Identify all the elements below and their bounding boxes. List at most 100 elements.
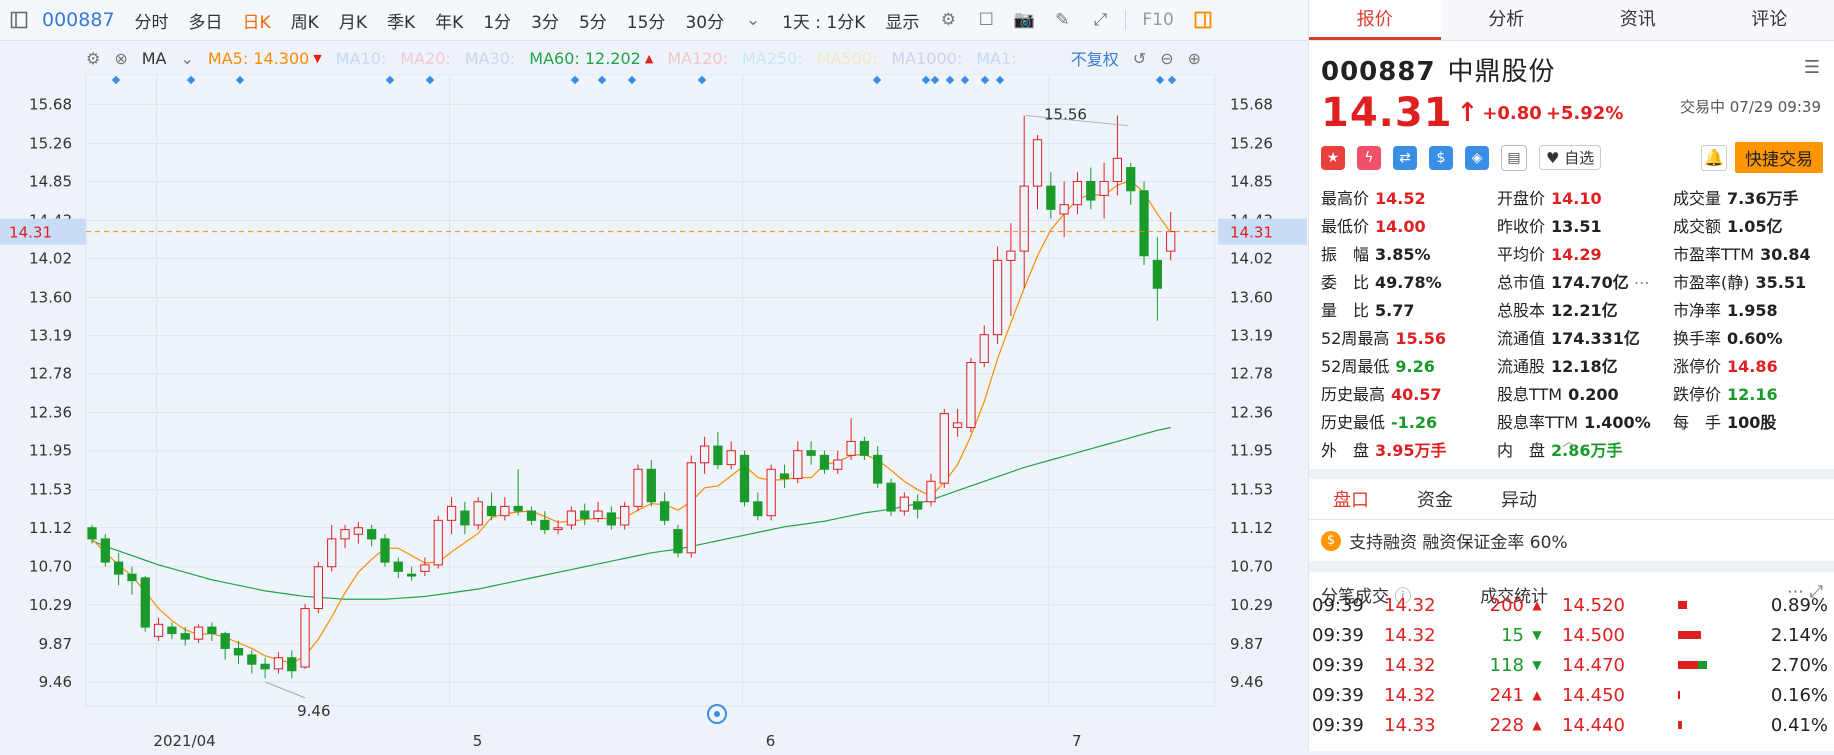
candle-body (1140, 191, 1148, 256)
ma-indicator-bar: ⚙ ⊗ MA ⌄ MA5: 14.300 ▼ MA10: MA20: MA30:… (0, 44, 1215, 72)
camera-icon[interactable]: 📷 (1013, 9, 1035, 31)
tab-zijin[interactable]: 资金 (1393, 486, 1477, 512)
period-select[interactable]: 1天 : 1分K (772, 8, 875, 33)
stat-value: 12.16 (1727, 385, 1778, 404)
document-icon[interactable]: ▤ (1501, 145, 1527, 171)
ma-label[interactable]: MA (142, 49, 167, 68)
add-watchlist-button[interactable]: ♥ 自选 (1539, 145, 1601, 170)
close-icon[interactable]: ⊗ (114, 49, 127, 68)
stock-code: 000887 (1321, 57, 1436, 87)
tag-icon[interactable]: ◈ (1465, 146, 1489, 170)
tag-icon-row: ★ ϟ ⇄ $ ◈ ▤ ♥ 自选 🔔 快捷交易 (1309, 136, 1834, 179)
zoom-out-icon[interactable]: ⊖ (1160, 49, 1173, 68)
watchlist-label: 自选 (1564, 149, 1594, 167)
china-flag-icon[interactable]: ★ (1321, 146, 1345, 170)
candle-body (834, 460, 842, 469)
ma500-value: MA500: (817, 49, 878, 68)
adjust-select[interactable]: 不复权 (1071, 46, 1119, 70)
dollar-icon[interactable]: $ (1429, 146, 1453, 170)
candle-body (647, 469, 655, 501)
tab-baojia[interactable]: 报价 (1309, 0, 1441, 40)
stat-cell: 成交量7.36万手 (1673, 185, 1834, 209)
tab-pinglun[interactable]: 评论 (1704, 0, 1834, 40)
stock-title: 000887 中鼎股份 ☰ (1321, 51, 1823, 88)
candle-body (1047, 186, 1055, 209)
tab-15min[interactable]: 15分 (617, 8, 676, 33)
candle-body (727, 451, 735, 465)
candle-body (1073, 181, 1081, 204)
tab-duori[interactable]: 多日 (179, 8, 233, 33)
stat-cell: 成交额1.05亿 (1673, 213, 1834, 237)
chevron-down-icon[interactable]: ⌄ (742, 9, 764, 31)
stat-cell: 总股本12.21亿 (1497, 297, 1673, 321)
stat-cell: 涨停价14.86 (1673, 353, 1834, 377)
stat-label: 历史最高 (1321, 385, 1385, 404)
candle-body (554, 528, 562, 530)
undo-icon[interactable]: ↺ (1133, 49, 1146, 68)
candle-body (141, 578, 149, 627)
quick-trade-button[interactable]: 快捷交易 (1735, 142, 1823, 173)
stat-value: 14.29 (1551, 245, 1602, 264)
stat-value: 35.51 (1756, 273, 1807, 292)
collapse-icon[interactable]: ︿ (1562, 437, 1576, 447)
tab-jik[interactable]: 季K (377, 8, 425, 33)
tab-pankou[interactable]: 盘口 (1309, 486, 1393, 512)
stat-cell: 总市值174.70亿 ⋯ (1497, 269, 1673, 293)
sidebar-toggle-icon[interactable] (8, 9, 30, 31)
stock-name: 中鼎股份 (1448, 57, 1556, 87)
menu-icon[interactable]: ☰ (1804, 57, 1821, 78)
tab-zhouk[interactable]: 周K (281, 8, 329, 33)
display-select[interactable]: 显示 (875, 8, 929, 33)
gear-icon[interactable]: ⚙ (937, 9, 959, 31)
tab-5min[interactable]: 5分 (569, 8, 617, 33)
trade-row: 09:3914.3215▼14.5002.14% (1308, 620, 1834, 650)
tab-fenxi[interactable]: 分析 (1441, 0, 1573, 40)
y-axis-tick-left: 14.02 (29, 250, 72, 268)
ma20-value: MA20: (400, 49, 451, 68)
candle-body (1060, 205, 1068, 214)
tab-niank[interactable]: 年K (425, 8, 473, 33)
trade-time: 09:39 (1312, 625, 1384, 646)
candle-body (767, 469, 775, 515)
triangle-down-icon: ▼ (1524, 628, 1550, 642)
pencil-icon[interactable]: ✎ (1051, 9, 1073, 31)
tab-3min[interactable]: 3分 (521, 8, 569, 33)
f10-button[interactable]: F10 (1132, 10, 1183, 30)
shuffle-icon[interactable]: ⇄ (1393, 146, 1417, 170)
tab-1min[interactable]: 1分 (473, 8, 521, 33)
zoom-in-icon[interactable]: ⊕ (1188, 49, 1201, 68)
tab-yidong[interactable]: 异动 (1477, 486, 1561, 512)
stock-code-label[interactable]: 000887 (38, 9, 125, 31)
panel-toggle-icon[interactable] (1192, 9, 1214, 31)
kline-chart-area[interactable]: 15.6815.6815.2615.2614.8514.8514.4314.43… (0, 74, 1307, 751)
stat-cell: 市盈率TTM30.84 (1673, 241, 1834, 265)
plot-area (86, 74, 1215, 706)
stat-bar-red (1678, 691, 1680, 699)
stat-cell (1673, 437, 1834, 461)
stat-value: 100股 (1727, 413, 1776, 432)
current-price-tag-left: 14.31 (9, 224, 52, 242)
gear-icon[interactable]: ⚙ (86, 49, 100, 68)
flash-icon[interactable]: ϟ (1357, 146, 1381, 170)
chevron-down-icon[interactable]: ⌄ (181, 49, 194, 68)
trade-time: 09:39 (1312, 595, 1384, 616)
y-axis-tick-right: 10.29 (1230, 596, 1273, 614)
more-icon[interactable]: ⋯ (1629, 273, 1650, 292)
stat-value: 0.60% (1727, 329, 1783, 348)
fullscreen-icon[interactable]: ⤢ (1089, 9, 1111, 31)
square-icon[interactable]: ☐ (975, 9, 997, 31)
stat-bar (1668, 661, 1758, 669)
y-axis-tick-right: 14.02 (1230, 250, 1273, 268)
kline-chart[interactable]: 15.6815.6815.2615.2614.8514.8514.4314.43… (0, 74, 1307, 751)
tab-fenshi[interactable]: 分时 (125, 8, 179, 33)
chart-toolbar: 000887 分时 多日 日K 周K 月K 季K 年K 1分 3分 5分 15分… (0, 0, 1307, 41)
tab-zixun[interactable]: 资讯 (1572, 0, 1704, 40)
y-axis-tick-left: 12.78 (29, 365, 72, 383)
tab-yuek[interactable]: 月K (329, 8, 377, 33)
candle-body (501, 506, 509, 515)
tab-rik[interactable]: 日K (233, 8, 281, 33)
triangle-down-icon: ▼ (1524, 658, 1550, 672)
bell-icon[interactable]: 🔔 (1701, 145, 1727, 171)
candle-body (1127, 168, 1135, 191)
tab-30min[interactable]: 30分 (675, 8, 734, 33)
